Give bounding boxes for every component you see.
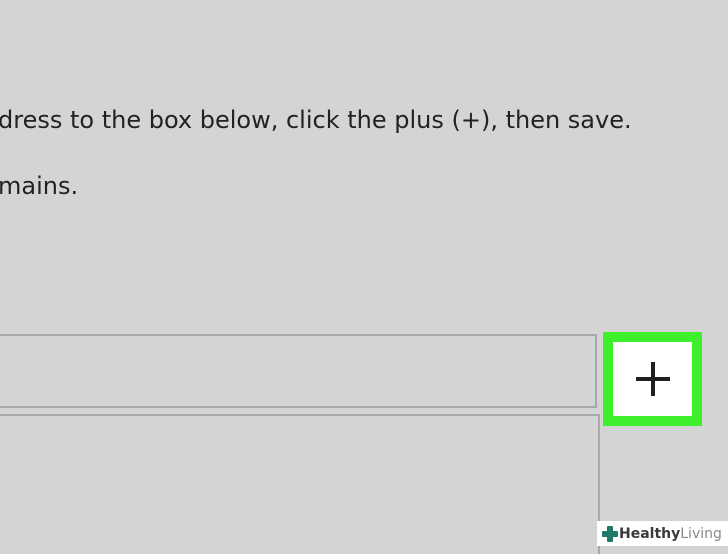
entry-list[interactable] [0, 414, 600, 554]
instruction-line-2: mains. [0, 172, 79, 200]
plus-icon [635, 362, 670, 396]
instruction-line-1: dress to the box below, click the plus (… [0, 106, 632, 134]
add-button-highlight [603, 332, 702, 426]
watermark: Healthy Living [597, 521, 728, 546]
medical-cross-icon [602, 525, 618, 542]
add-button[interactable] [613, 342, 692, 416]
watermark-brand-light: Living [680, 525, 722, 542]
address-input[interactable] [0, 334, 597, 408]
watermark-brand-bold: Healthy [619, 525, 681, 542]
